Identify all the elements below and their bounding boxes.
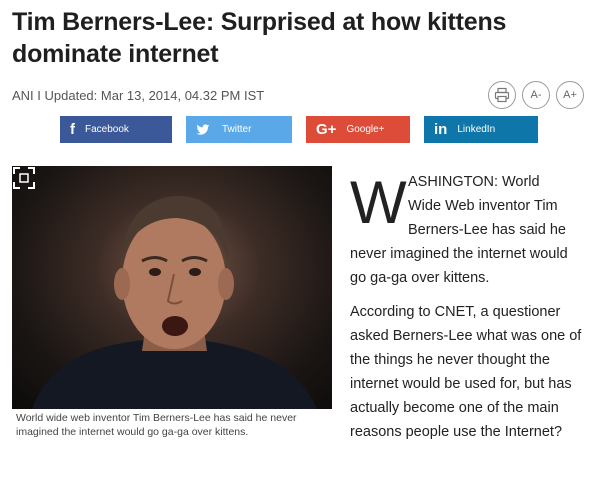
drop-cap: W bbox=[350, 169, 407, 236]
linkedin-label: LinkedIn bbox=[457, 124, 496, 135]
share-bar: f Facebook Twitter G+ Google+ in LinkedI… bbox=[60, 116, 538, 143]
article-meta: ANI I Updated: Mar 13, 2014, 04.32 PM IS… bbox=[12, 88, 265, 103]
paragraph-line: ASHINGTON: World bbox=[408, 174, 540, 190]
linkedin-icon: in bbox=[434, 121, 448, 138]
print-button[interactable] bbox=[488, 81, 516, 109]
facebook-label: Facebook bbox=[85, 124, 129, 135]
print-icon bbox=[494, 87, 510, 103]
portrait-illustration bbox=[32, 195, 317, 409]
paragraph-line: Wide Web inventor Tim bbox=[408, 198, 558, 214]
google-plus-label: Google+ bbox=[346, 124, 385, 135]
increase-font-button[interactable]: A+ bbox=[556, 81, 584, 109]
article-headline: Tim Berners-Lee: Surprised at how kitten… bbox=[12, 8, 507, 68]
photo-caption: World wide web inventor Tim Berners-Lee … bbox=[16, 412, 297, 438]
paragraph-line: Berners-Lee has said he bbox=[408, 222, 566, 238]
paragraph-line: go ga-ga over kittens. bbox=[350, 270, 490, 286]
twitter-share-button[interactable]: Twitter bbox=[186, 116, 292, 143]
google-plus-share-button[interactable]: G+ Google+ bbox=[306, 116, 410, 143]
twitter-label: Twitter bbox=[222, 124, 252, 135]
facebook-share-button[interactable]: f Facebook bbox=[60, 116, 172, 143]
paragraph: According to CNET, a questioner asked Be… bbox=[350, 304, 582, 440]
article-photo[interactable] bbox=[12, 166, 332, 409]
google-plus-icon: G+ bbox=[316, 121, 337, 138]
facebook-icon: f bbox=[70, 121, 75, 138]
paragraph-line: never imagined the internet would bbox=[350, 246, 568, 262]
decrease-font-button[interactable]: A- bbox=[522, 81, 550, 109]
article-tools: A- A+ bbox=[488, 81, 584, 109]
linkedin-share-button[interactable]: in LinkedIn bbox=[424, 116, 538, 143]
twitter-icon bbox=[196, 123, 210, 135]
expand-icon[interactable] bbox=[12, 166, 36, 190]
